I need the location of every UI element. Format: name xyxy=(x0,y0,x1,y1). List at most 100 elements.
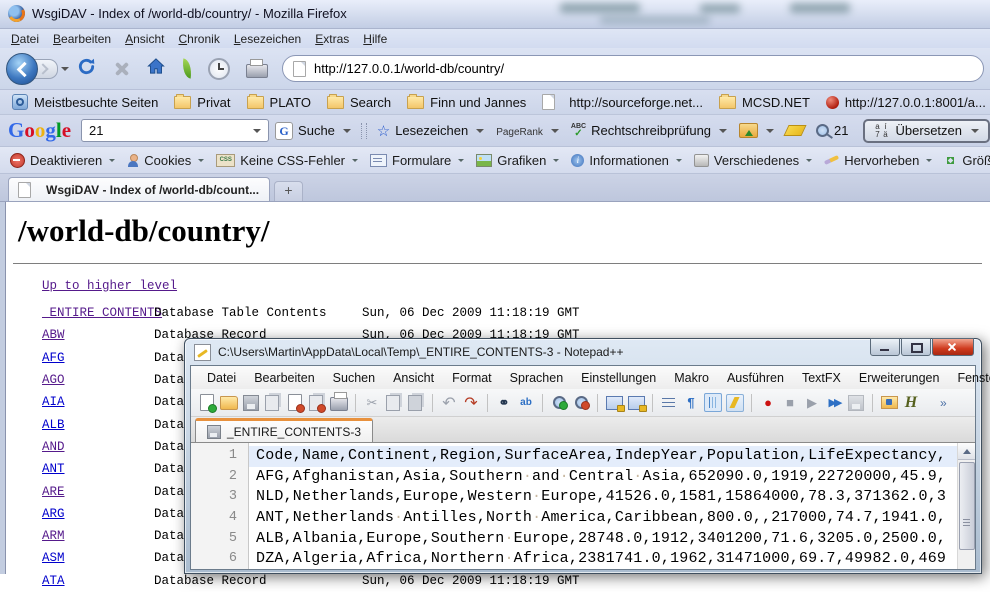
entry-link[interactable]: AIA xyxy=(42,395,154,409)
url-text[interactable]: http://127.0.0.1/world-db/country/ xyxy=(314,61,504,76)
show-all-characters-button[interactable]: ¶ xyxy=(682,393,700,412)
entry-link[interactable]: ARE xyxy=(42,485,154,499)
scrollbar-thumb[interactable] xyxy=(959,462,975,550)
find-button[interactable]: ⚭ xyxy=(495,393,513,412)
html-preview-button[interactable]: H xyxy=(902,393,920,412)
entry-link[interactable]: AGO xyxy=(42,373,154,387)
spellcheck-button[interactable]: ABC✓Rechtschreibprüfung xyxy=(565,121,733,140)
scroll-up-arrow[interactable] xyxy=(958,443,975,460)
webdev-css[interactable]: CSSKeine CSS-Fehler xyxy=(210,151,364,170)
menu-chronik[interactable]: Chronik xyxy=(171,31,226,47)
google-bookmarks-button[interactable]: ☆Lesezeichen xyxy=(371,120,490,142)
entry-link[interactable]: ATA xyxy=(42,574,154,588)
new-tab-button[interactable]: + xyxy=(274,181,303,201)
indent-guide-button[interactable] xyxy=(704,393,722,412)
np-menu-erweiterungen[interactable]: Erweiterungen xyxy=(851,369,948,387)
maximize-button[interactable] xyxy=(901,338,931,356)
history-dropdown-icon[interactable] xyxy=(61,67,69,75)
bookmark-plato[interactable]: PLATO xyxy=(239,93,319,112)
menu-ansicht[interactable]: Ansicht xyxy=(118,31,171,47)
entry-link[interactable]: ARG xyxy=(42,507,154,521)
undo-button[interactable]: ↶ xyxy=(440,393,458,412)
np-tab-entire-contents[interactable]: _ENTIRE_CONTENTS-3 xyxy=(195,418,373,442)
print-button[interactable] xyxy=(246,64,268,78)
sage-leaf-icon[interactable] xyxy=(181,58,194,78)
print-button[interactable] xyxy=(330,393,348,412)
bookmark-mcsd[interactable]: MCSD.NET xyxy=(711,93,818,112)
home-button[interactable] xyxy=(146,57,166,81)
close-file-button[interactable] xyxy=(286,393,304,412)
editor-line[interactable]: NLD,Netherlands,Europe,Western·Europe,41… xyxy=(249,487,958,508)
new-file-button[interactable] xyxy=(198,393,216,412)
macro-play-button[interactable]: ▶ xyxy=(803,393,821,412)
up-link[interactable]: Up to higher level xyxy=(42,279,177,293)
np-menu-textfx[interactable]: TextFX xyxy=(794,369,849,387)
zoom-in-button[interactable] xyxy=(550,393,568,412)
editor-line[interactable]: AFG,Afghanistan,Asia,Southern·and·Centra… xyxy=(249,467,958,488)
entry-link[interactable]: ASM xyxy=(42,551,154,565)
copy-button[interactable] xyxy=(385,393,403,412)
menu-bearbeiten[interactable]: Bearbeiten xyxy=(46,31,118,47)
explorer-button[interactable] xyxy=(880,393,898,412)
save-button[interactable] xyxy=(242,393,260,412)
np-menu-sprachen[interactable]: Sprachen xyxy=(502,369,572,387)
entry-link[interactable]: ALB xyxy=(42,418,154,432)
tab-wsgidav[interactable]: WsgiDAV - Index of /world-db/count... xyxy=(8,177,270,201)
function-completion-button[interactable] xyxy=(726,393,744,412)
close-all-button[interactable] xyxy=(308,393,326,412)
editor-line[interactable]: ANT,Netherlands·Antilles,North·America,C… xyxy=(249,508,958,529)
back-button[interactable] xyxy=(6,53,38,85)
np-menu-einstellungen[interactable]: Einstellungen xyxy=(573,369,664,387)
webdev-groesse[interactable]: Größe xyxy=(938,151,990,170)
bookmark-most-visited[interactable]: Meistbesuchte Seiten xyxy=(4,92,166,112)
stop-button[interactable] xyxy=(112,60,130,78)
entry-link[interactable]: ANT xyxy=(42,462,154,476)
np-menu-bearbeiten[interactable]: Bearbeiten xyxy=(246,369,322,387)
reload-button[interactable] xyxy=(77,57,96,81)
bookmark-localhost-8001[interactable]: http://127.0.0.1:8001/a... xyxy=(818,93,990,112)
notepadpp-editor[interactable]: 1 2 3 4 5 6 Code,Name,Continent,Region,S… xyxy=(191,443,975,569)
editor-line[interactable]: DZA,Algeria,Africa,Northern·Africa,23817… xyxy=(249,549,958,569)
menu-datei[interactable]: Datei xyxy=(4,31,46,47)
notepadpp-titlebar[interactable]: C:\Users\Martin\AppData\Local\Temp\_ENTI… xyxy=(190,339,976,365)
menu-extras[interactable]: Extras xyxy=(308,31,356,47)
pagerank-widget[interactable]: PageRank xyxy=(490,121,565,140)
word-find-button[interactable]: 21 xyxy=(810,121,854,140)
sidewiki-button[interactable] xyxy=(733,121,780,140)
highlighter-button[interactable] xyxy=(780,123,810,138)
replace-button[interactable]: ab xyxy=(517,393,535,412)
np-menu-format[interactable]: Format xyxy=(444,369,500,387)
macro-record-button[interactable]: ● xyxy=(759,393,777,412)
redo-button[interactable]: ↷ xyxy=(462,393,480,412)
google-search-input[interactable]: 21 xyxy=(81,119,269,142)
paste-button[interactable] xyxy=(407,393,425,412)
entry-link[interactable]: ARM xyxy=(42,529,154,543)
menu-hilfe[interactable]: Hilfe xyxy=(356,31,394,47)
webdev-cookies[interactable]: Cookies xyxy=(121,151,210,170)
url-bar[interactable]: http://127.0.0.1/world-db/country/ xyxy=(282,55,984,82)
bookmark-privat[interactable]: Privat xyxy=(166,93,238,112)
bookmark-search[interactable]: Search xyxy=(319,93,399,112)
open-file-button[interactable] xyxy=(220,393,238,412)
google-search-button[interactable]: GSuche xyxy=(269,120,357,142)
bookmark-finn-und-jannes[interactable]: Finn und Jannes xyxy=(399,93,534,112)
np-menu-suchen[interactable]: Suchen xyxy=(325,369,383,387)
editor-line[interactable]: Code,Name,Continent,Region,SurfaceArea,I… xyxy=(249,446,958,467)
macro-save-button[interactable] xyxy=(847,393,865,412)
bookmark-sourceforge[interactable]: http://sourceforge.net... xyxy=(534,92,711,112)
np-menu-ansicht[interactable]: Ansicht xyxy=(385,369,442,387)
entry-link[interactable]: ABW xyxy=(42,328,154,342)
sync-vertical-button[interactable] xyxy=(605,393,623,412)
np-menu-makro[interactable]: Makro xyxy=(666,369,717,387)
webdev-verschiedenes[interactable]: Verschiedenes xyxy=(688,151,818,170)
toolbar-overflow-chevron[interactable]: » xyxy=(940,396,947,410)
firefox-titlebar[interactable]: WsgiDAV - Index of /world-db/country/ - … xyxy=(0,0,990,29)
entry-link[interactable]: AND xyxy=(42,440,154,454)
save-all-button[interactable] xyxy=(264,393,282,412)
webdev-formulare[interactable]: Formulare xyxy=(364,151,470,170)
webdev-informationen[interactable]: iInformationen xyxy=(565,151,688,170)
np-menu-ausfuehren[interactable]: Ausführen xyxy=(719,369,792,387)
editor-line[interactable]: ALB,Albania,Europe,Southern·Europe,28748… xyxy=(249,529,958,550)
zoom-out-button[interactable] xyxy=(572,393,590,412)
search-dropdown-icon[interactable] xyxy=(253,129,261,137)
